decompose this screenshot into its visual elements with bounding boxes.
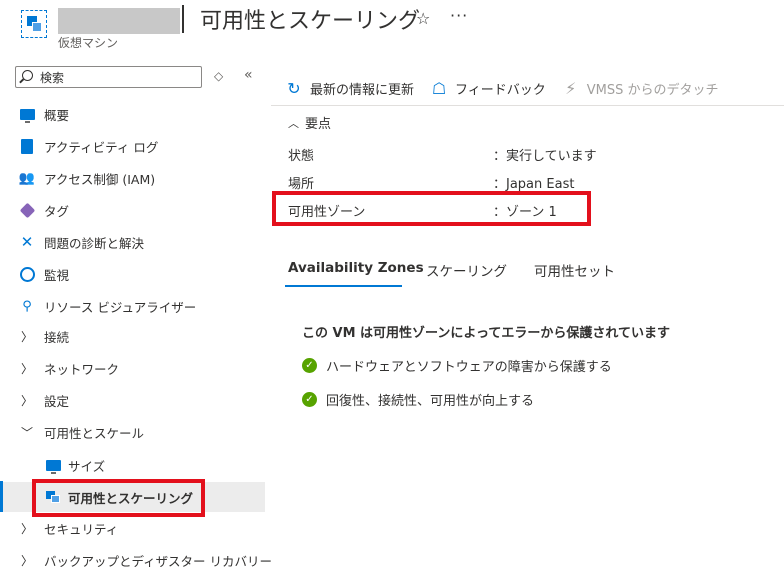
monitor-icon [45, 457, 61, 474]
title-separator [182, 5, 184, 33]
chevron-right-icon: 〉 [21, 521, 34, 536]
chevron-right-icon: 〉 [21, 393, 34, 408]
feedback-button[interactable]: ☖ フィードバック [430, 79, 546, 98]
sidebar-item-networking[interactable]: 〉 ネットワーク [0, 354, 265, 382]
prop-label-status: 状態 [288, 149, 315, 164]
sort-icon[interactable]: ◇ [214, 69, 223, 83]
collapse-sidebar-icon[interactable]: « [244, 67, 253, 83]
chevron-down-icon: ﹀ [21, 425, 34, 440]
sidebar-item-activity-log[interactable]: アクティビティ ログ [0, 132, 265, 160]
redacted-resource-name [58, 8, 180, 34]
sidebar-item-availability-scale[interactable]: ﹀ 可用性とスケール [0, 418, 265, 446]
chevron-right-icon: 〉 [21, 361, 34, 376]
unplug-icon: ⚡ [565, 78, 577, 98]
sidebar-item-backup-dr[interactable]: 〉 バックアップとディザスター リカバリー [0, 546, 272, 567]
gauge-icon [19, 266, 35, 282]
sidebar-item-overview[interactable]: 概要 [0, 100, 265, 128]
active-item-indicator [0, 481, 3, 512]
chevron-right-icon: 〉 [21, 329, 34, 344]
more-options-icon[interactable]: ··· [450, 6, 468, 25]
tools-icon: ✕ [20, 233, 34, 251]
prop-label-location: 場所 [288, 177, 315, 192]
tab-scaling[interactable]: スケーリング [426, 260, 507, 280]
highlight-box-zone [272, 191, 591, 226]
sidebar-item-settings[interactable]: 〉 設定 [0, 386, 265, 414]
active-tab-underline [285, 285, 402, 287]
chevron-right-icon: 〉 [21, 553, 34, 567]
people-icon: 👥 [18, 170, 36, 186]
sidebar-item-resource-visualizer[interactable]: ⚲ リソース ビジュアライザー [0, 292, 265, 320]
sidebar-item-size[interactable]: サイズ [0, 451, 265, 479]
highlight-box-sidebar [32, 479, 205, 517]
prop-value-status: ：実行しています [493, 149, 597, 164]
detach-vmss-button[interactable]: ⚡ VMSS からのデタッチ [562, 78, 718, 98]
tab-availability-zones[interactable]: Availability Zones [288, 260, 424, 276]
favorite-star-icon[interactable]: ☆ [416, 9, 430, 28]
page-title: 可用性とスケーリング [200, 9, 421, 34]
sidebar-item-security[interactable]: 〉 セキュリティ [0, 514, 265, 542]
sidebar-item-diagnose[interactable]: ✕ 問題の診断と解決 [0, 228, 265, 256]
check-item: ✓ 回復性、接続性、可用性が向上する [302, 390, 534, 409]
hierarchy-icon: ⚲ [22, 298, 32, 314]
sidebar-item-connect[interactable]: 〉 接続 [0, 322, 265, 350]
sidebar-item-tags[interactable]: タグ [0, 196, 265, 224]
refresh-button[interactable]: ↻ 最新の情報に更新 [285, 79, 414, 98]
check-item: ✓ ハードウェアとソフトウェアの障害から保護する [302, 356, 612, 375]
vm-resource-icon [21, 10, 47, 38]
search-input[interactable] [40, 69, 198, 86]
sidebar-item-iam[interactable]: 👥 アクセス制御 (IAM) [0, 164, 265, 192]
toolbar-divider [271, 105, 784, 106]
resource-type-label: 仮想マシン [58, 36, 119, 50]
essentials-toggle[interactable]: ︿ 要点 [288, 113, 331, 133]
feedback-icon: ☖ [431, 78, 447, 98]
chevron-up-icon: ︿ [288, 116, 299, 130]
monitor-icon [19, 106, 35, 123]
log-icon [19, 138, 35, 154]
checkmark-icon: ✓ [302, 358, 317, 373]
refresh-icon: ↻ [287, 78, 301, 98]
page-header: 可用性とスケーリング ☆ ··· 仮想マシン [0, 0, 784, 60]
sidebar-item-monitoring[interactable]: 監視 [0, 260, 265, 288]
zone-protection-title: この VM は可用性ゾーンによってエラーから保護されています [302, 326, 670, 341]
checkmark-icon: ✓ [302, 392, 317, 407]
sidebar-search[interactable] [15, 66, 202, 88]
tab-availability-sets[interactable]: 可用性セット [534, 260, 615, 280]
prop-value-location: ：Japan East [493, 177, 575, 192]
search-icon [22, 70, 33, 81]
tag-icon [19, 202, 35, 218]
command-toolbar: ↻ 最新の情報に更新 ☖ フィードバック ⚡ VMSS からのデタッチ [285, 74, 735, 102]
